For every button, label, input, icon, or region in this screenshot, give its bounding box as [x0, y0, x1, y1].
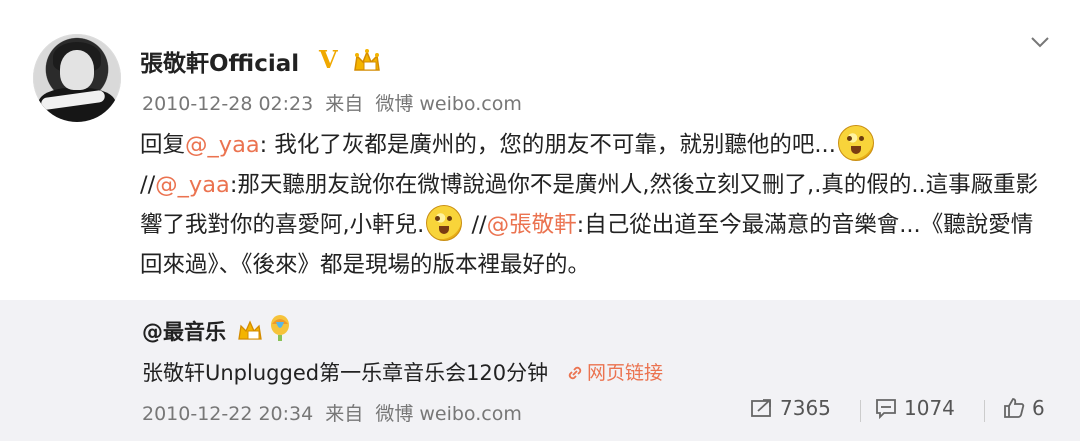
yawn-emoji-icon	[837, 125, 874, 161]
stats-divider	[984, 400, 985, 422]
mention-link[interactable]: @_yaa	[185, 132, 260, 158]
original-post-username[interactable]: @最音乐	[142, 316, 226, 346]
post-source-prefix: 来自	[325, 93, 364, 115]
shocked-emoji-icon	[426, 205, 463, 241]
post-source[interactable]: 微博 weibo.com	[375, 93, 522, 115]
web-link[interactable]: 网页链接	[566, 358, 663, 385]
crown-icon	[354, 49, 380, 71]
comment-icon	[876, 399, 896, 420]
comment-count: 1074	[904, 396, 955, 420]
comment-button[interactable]: 1074	[874, 396, 955, 420]
original-post-timestamp[interactable]: 2010-12-22 20:34	[142, 403, 313, 425]
avatar[interactable]	[33, 34, 121, 122]
reply-prefix: 回复	[140, 132, 186, 158]
mention-link[interactable]: @張敬軒	[487, 212, 577, 238]
original-post-text: 张敬轩Unplugged第一乐章音乐会120分钟	[142, 361, 549, 385]
weibo-post: 張敬軒Official V 2010-12-28 02:23 来自 微博 wei…	[0, 0, 1080, 300]
repost-count: 7365	[780, 396, 831, 420]
web-link-label[interactable]: 网页链接	[587, 362, 663, 384]
verified-badge-icon: V	[319, 45, 338, 74]
balloon-icon	[271, 315, 289, 341]
stats-divider	[860, 400, 861, 422]
crown-icon	[238, 320, 262, 340]
repost-icon	[751, 399, 771, 417]
post-timestamp[interactable]: 2010-12-28 02:23	[142, 93, 313, 115]
original-post-source[interactable]: 微博 weibo.com	[375, 403, 522, 425]
post-meta: 2010-12-28 02:23 来自 微博 weibo.com	[142, 89, 528, 116]
post-username[interactable]: 張敬軒Official	[140, 44, 299, 78]
original-post-card: @最音乐 张敬轩Unplugged第一乐章音乐会120分钟 网页链接 2010-…	[0, 300, 1080, 441]
link-icon	[568, 366, 582, 380]
like-button[interactable]: 6	[1002, 396, 1045, 420]
reply-text: : 我化了灰都是廣州的，您的朋友不可靠，就别聽他的吧...	[259, 132, 836, 158]
mention-link[interactable]: @_yaa	[155, 172, 230, 198]
original-post-source-prefix: 来自	[325, 403, 364, 425]
repost-button[interactable]: 7365	[750, 396, 831, 420]
chevron-down-icon[interactable]	[1028, 30, 1052, 54]
repost-chain-prefix: //	[464, 212, 487, 238]
thumbs-up-icon	[1004, 398, 1025, 418]
original-post-meta: 2010-12-22 20:34 来自 微博 weibo.com	[142, 399, 528, 426]
repost-chain-prefix: //	[140, 172, 156, 198]
post-content: 回复@_yaa: 我化了灰都是廣州的，您的朋友不可靠，就别聽他的吧... //@…	[140, 125, 1050, 285]
like-count: 6	[1032, 396, 1045, 420]
